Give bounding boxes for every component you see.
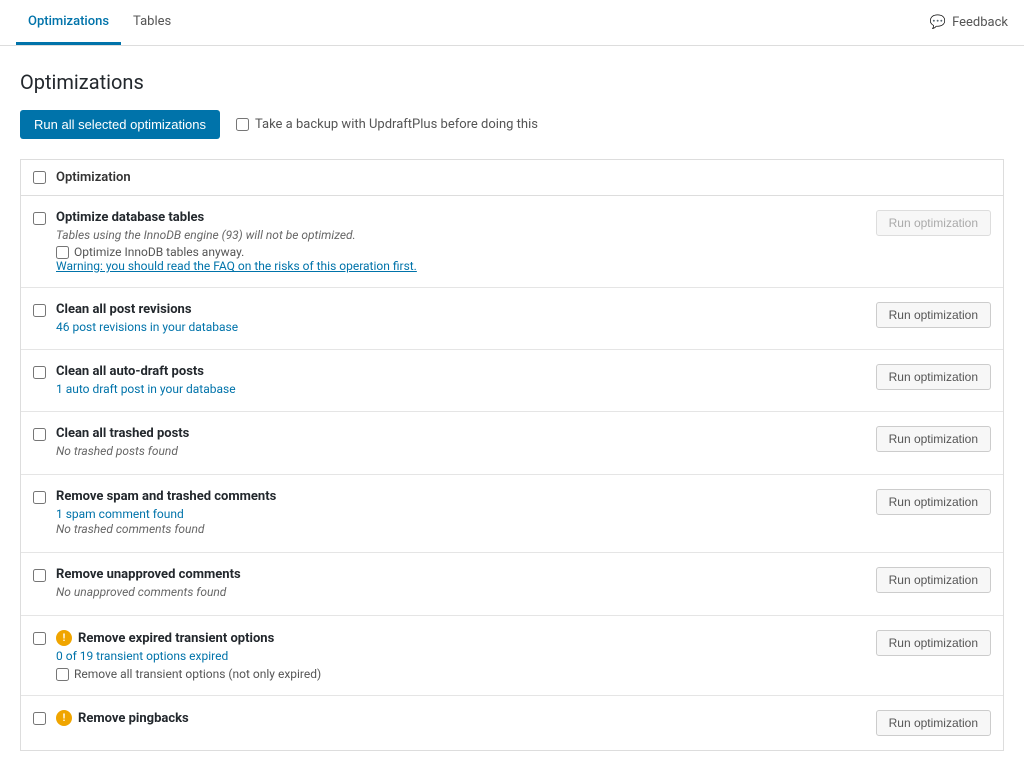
run-all-button[interactable]: Run all selected optimizations [20, 110, 220, 139]
row-action-optimize-db: Run optimization [876, 210, 991, 236]
row-content-remove-spam: Remove spam and trashed comments 1 spam … [56, 489, 866, 538]
row-action-remove-pingbacks: Run optimization [876, 710, 991, 736]
select-all-checkbox[interactable] [33, 171, 46, 184]
tab-optimizations[interactable]: Optimizations [16, 0, 121, 45]
table-row: Remove unapproved comments No unapproved… [21, 553, 1003, 616]
row-checkbox-remove-unapproved[interactable] [33, 569, 46, 582]
run-button-remove-transient[interactable]: Run optimization [876, 630, 991, 656]
table-row: Optimize database tables Tables using th… [21, 196, 1003, 288]
run-button-remove-unapproved[interactable]: Run optimization [876, 567, 991, 593]
row-action-clean-revisions: Run optimization [876, 302, 991, 328]
transient-all-label: Remove all transient options (not only e… [74, 667, 321, 681]
row-checkbox-clean-autodraft[interactable] [33, 366, 46, 379]
row-checkbox-optimize-db[interactable] [33, 212, 46, 225]
row-desc-optimize-db: Tables using the InnoDB engine (93) will… [56, 228, 866, 242]
transient-all-checkbox[interactable] [56, 668, 69, 681]
row-desc-clean-trashed: No trashed posts found [56, 444, 866, 458]
row-link-remove-transient[interactable]: 0 of 19 transient options expired [56, 649, 228, 663]
run-button-clean-revisions[interactable]: Run optimization [876, 302, 991, 328]
info-icon-transient: ! [56, 630, 72, 646]
row-action-remove-spam: Run optimization [876, 489, 991, 515]
innodb-label: Optimize InnoDB tables anyway. [74, 245, 244, 259]
row-checkbox-clean-trashed[interactable] [33, 428, 46, 441]
row-desc-remove-unapproved: No unapproved comments found [56, 585, 866, 599]
row-extra-remove-spam: No trashed comments found [56, 522, 866, 536]
row-sub-remove-transient: Remove all transient options (not only e… [56, 667, 866, 681]
page-title: Optimizations [20, 70, 1004, 94]
row-action-clean-autodraft: Run optimization [876, 364, 991, 390]
row-action-remove-unapproved: Run optimization [876, 567, 991, 593]
row-title-clean-revisions: Clean all post revisions [56, 302, 866, 317]
row-title-remove-transient: ! Remove expired transient options [56, 630, 866, 646]
backup-checkbox-label[interactable]: Take a backup with UpdraftPlus before do… [236, 117, 538, 132]
feedback-button[interactable]: 💬 Feedback [930, 15, 1008, 30]
row-warning-optimize-db[interactable]: Warning: you should read the FAQ on the … [56, 259, 866, 273]
tabs-container: Optimizations Tables [16, 0, 930, 45]
row-title-remove-unapproved: Remove unapproved comments [56, 567, 866, 582]
row-title-clean-autodraft: Clean all auto-draft posts [56, 364, 866, 379]
run-button-remove-pingbacks[interactable]: Run optimization [876, 710, 991, 736]
row-checkbox-clean-revisions[interactable] [33, 304, 46, 317]
row-title-remove-pingbacks: ! Remove pingbacks [56, 710, 866, 726]
table-row: Clean all post revisions 46 post revisio… [21, 288, 1003, 350]
row-link-clean-revisions[interactable]: 46 post revisions in your database [56, 320, 238, 334]
table-row: Remove spam and trashed comments 1 spam … [21, 475, 1003, 553]
table-row: Clean all auto-draft posts 1 auto draft … [21, 350, 1003, 412]
innodb-checkbox[interactable] [56, 246, 69, 259]
row-content-remove-unapproved: Remove unapproved comments No unapproved… [56, 567, 866, 601]
row-action-clean-trashed: Run optimization [876, 426, 991, 452]
backup-label-text: Take a backup with UpdraftPlus before do… [255, 117, 538, 132]
table-header: Optimization [21, 160, 1003, 196]
action-bar: Run all selected optimizations Take a ba… [20, 110, 1004, 139]
row-link-clean-autodraft[interactable]: 1 auto draft post in your database [56, 382, 236, 396]
main-content: Optimizations Run all selected optimizat… [0, 46, 1024, 775]
run-button-optimize-db: Run optimization [876, 210, 991, 236]
row-title-remove-spam: Remove spam and trashed comments [56, 489, 866, 504]
optimizations-table: Optimization Optimize database tables Ta… [20, 159, 1004, 751]
row-content-optimize-db: Optimize database tables Tables using th… [56, 210, 866, 273]
row-link-remove-spam[interactable]: 1 spam comment found [56, 507, 184, 521]
tab-bar: Optimizations Tables 💬 Feedback [0, 0, 1024, 46]
row-content-remove-transient: ! Remove expired transient options 0 of … [56, 630, 866, 681]
row-checkbox-remove-spam[interactable] [33, 491, 46, 504]
table-row: ! Remove pingbacks Run optimization [21, 696, 1003, 750]
run-button-clean-trashed[interactable]: Run optimization [876, 426, 991, 452]
feedback-icon: 💬 [930, 15, 946, 30]
backup-checkbox[interactable] [236, 118, 249, 131]
run-button-remove-spam[interactable]: Run optimization [876, 489, 991, 515]
row-action-remove-transient: Run optimization [876, 630, 991, 656]
info-icon-pingbacks: ! [56, 710, 72, 726]
table-header-label: Optimization [56, 170, 131, 185]
table-row: Clean all trashed posts No trashed posts… [21, 412, 1003, 475]
row-title-clean-trashed: Clean all trashed posts [56, 426, 866, 441]
row-content-clean-revisions: Clean all post revisions 46 post revisio… [56, 302, 866, 335]
row-content-clean-autodraft: Clean all auto-draft posts 1 auto draft … [56, 364, 866, 397]
row-content-remove-pingbacks: ! Remove pingbacks [56, 710, 866, 729]
feedback-label: Feedback [952, 15, 1008, 30]
row-sub-optimize-db: Optimize InnoDB tables anyway. [56, 245, 866, 259]
run-button-clean-autodraft[interactable]: Run optimization [876, 364, 991, 390]
row-title-optimize-db: Optimize database tables [56, 210, 866, 225]
row-checkbox-remove-transient[interactable] [33, 632, 46, 645]
table-row: ! Remove expired transient options 0 of … [21, 616, 1003, 696]
row-content-clean-trashed: Clean all trashed posts No trashed posts… [56, 426, 866, 460]
row-checkbox-remove-pingbacks[interactable] [33, 712, 46, 725]
tab-tables[interactable]: Tables [121, 0, 183, 45]
